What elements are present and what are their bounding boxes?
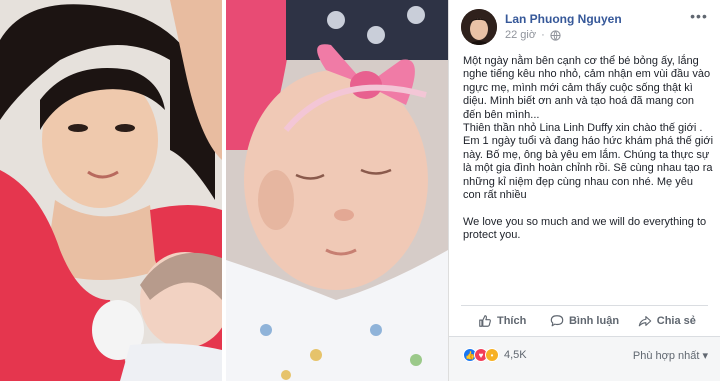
ellipsis-icon[interactable]: ••• — [688, 9, 710, 27]
reaction-summary[interactable]: 👍 ♥ • 4,5K — [463, 348, 527, 362]
post-paragraph: Thiên thần nhỏ Lina Linh Duffy xin chào … — [463, 122, 703, 135]
thumbs-up-icon — [479, 315, 491, 327]
comment-icon — [550, 315, 564, 327]
share-button[interactable]: Chia sẻ — [626, 307, 708, 335]
post-paragraph: We love you so much and we will do every… — [463, 215, 707, 242]
photo-mother-baby[interactable] — [0, 0, 222, 381]
post-header: Lan Phuong Nguyen 22 giờ · ••• — [461, 9, 710, 45]
reactions-bar: 👍 ♥ • 4,5K Phù hợp nhất ▾ — [449, 336, 720, 381]
post-paragraph: Em 1 ngày tuổi và đang háo hức khám phá … — [463, 135, 714, 202]
photo-newborn-image — [226, 0, 448, 381]
like-button[interactable]: Thích — [461, 307, 543, 335]
actions-divider — [461, 305, 708, 306]
comment-button[interactable]: Bình luận — [543, 307, 625, 335]
photo-mother-baby-image — [0, 0, 222, 381]
photo-newborn[interactable] — [226, 0, 448, 381]
wow-reaction-icon: • — [485, 348, 499, 362]
post-paragraph: Một ngày nằm bên cạnh cơ thể bé bỏng ấy,… — [463, 55, 711, 121]
share-label: Chia sẻ — [656, 315, 696, 327]
post-time[interactable]: 22 giờ — [505, 29, 536, 41]
comment-sort-dropdown[interactable]: Phù hợp nhất ▾ — [633, 349, 708, 362]
share-icon — [638, 316, 652, 327]
post-panel: Lan Phuong Nguyen 22 giờ · ••• Một ngày … — [448, 0, 720, 381]
like-label: Thích — [496, 315, 527, 327]
post-actions: Thích Bình luận Chia sẻ — [461, 307, 708, 335]
author-name[interactable]: Lan Phuong Nguyen — [505, 12, 622, 26]
post-text: Một ngày nằm bên cạnh cơ thể bé bỏng ấy,… — [463, 55, 713, 243]
avatar[interactable] — [461, 9, 497, 45]
globe-icon — [550, 29, 561, 41]
reaction-count: 4,5K — [504, 349, 527, 361]
post-meta: 22 giờ · — [505, 29, 561, 41]
comment-label: Bình luận — [568, 315, 620, 327]
avatar-image — [461, 9, 497, 45]
photo-viewer — [0, 0, 448, 381]
